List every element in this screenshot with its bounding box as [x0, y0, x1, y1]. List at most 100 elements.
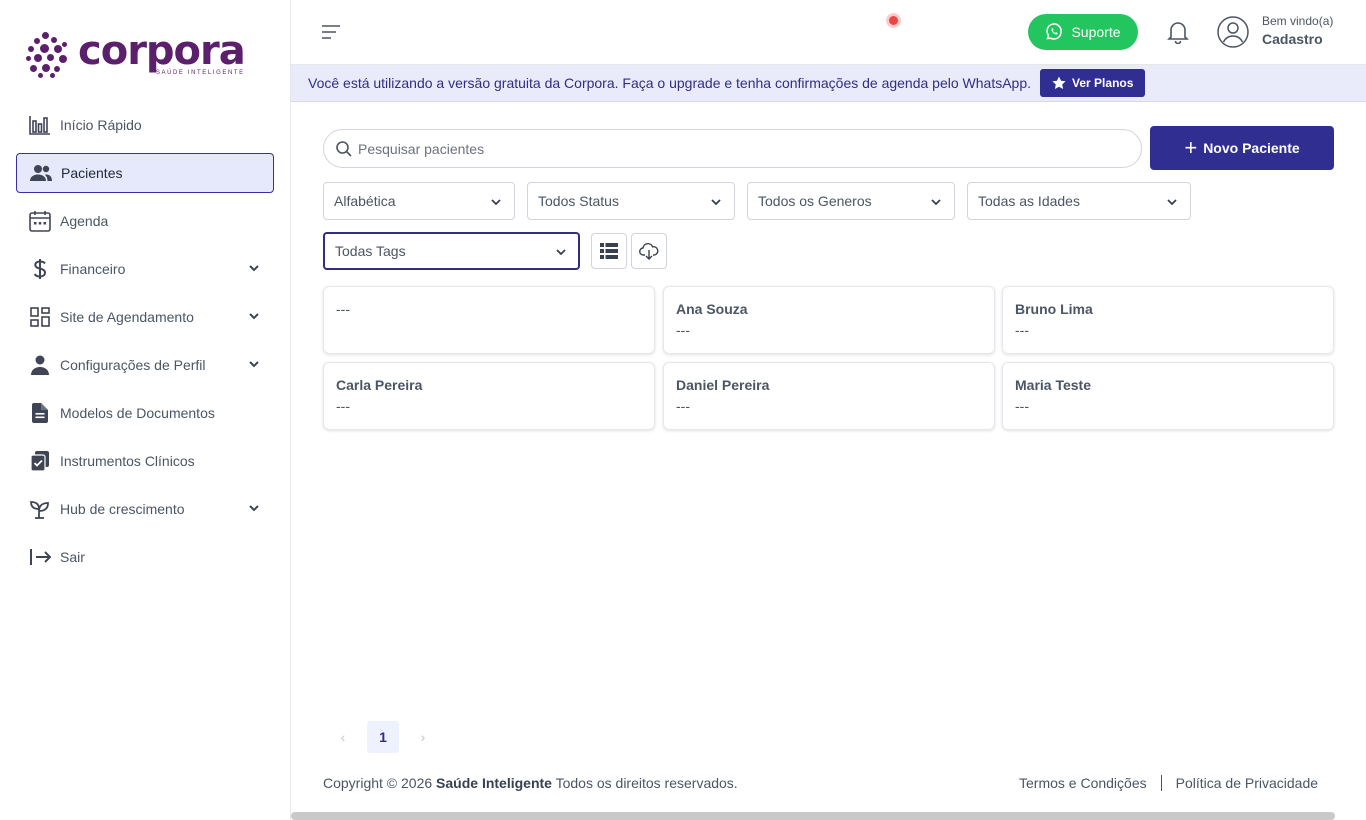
logout-icon [28, 545, 52, 569]
patient-card[interactable]: Carla Pereira --- [323, 362, 655, 430]
sidebar: corpora SAÚDE INTELIGENTE Início Rápido … [0, 0, 291, 820]
new-patient-button[interactable]: + Novo Paciente [1150, 126, 1334, 170]
sidebar-item-hub-de-crescimento[interactable]: Hub de crescimento [16, 489, 274, 529]
search-icon [336, 140, 352, 157]
patient-card[interactable]: Ana Souza --- [663, 286, 995, 354]
patient-card-info: --- [1015, 322, 1029, 338]
tags-select-value: Todas Tags [335, 243, 406, 259]
notification-bell-icon[interactable] [1167, 20, 1189, 44]
chevron-down-icon [249, 361, 259, 368]
gender-select[interactable]: Todos os Generos [747, 182, 955, 220]
sidebar-item-agenda[interactable]: Agenda [16, 201, 274, 241]
support-button[interactable]: Suporte [1028, 14, 1138, 50]
cloud-download-icon [639, 242, 659, 260]
status-select-value: Todos Status [538, 193, 619, 209]
menu-toggle-icon[interactable] [321, 22, 341, 42]
sidebar-item-label: Agenda [60, 213, 109, 229]
sidebar-item-sair[interactable]: Sair [16, 537, 274, 577]
copyright-suffix: Todos os direitos reservados. [555, 775, 738, 791]
document-icon [28, 401, 52, 425]
patient-card-name: Bruno Lima [1015, 301, 1093, 317]
terms-link[interactable]: Termos e Condições [1019, 775, 1147, 791]
support-label: Suporte [1071, 24, 1121, 40]
sidebar-item-modelos-de-documentos[interactable]: Modelos de Documentos [16, 393, 274, 433]
users-icon [29, 161, 53, 185]
next-page-button[interactable]: › [407, 721, 439, 753]
user-welcome[interactable]: Bem vindo(a) Cadastro [1262, 14, 1333, 47]
pagination: ‹ 1 › [327, 721, 439, 753]
sidebar-item-label: Hub de crescimento [60, 501, 185, 517]
export-button[interactable] [631, 233, 667, 269]
chart-bar-icon [28, 113, 52, 137]
prev-page-button[interactable]: ‹ [327, 721, 359, 753]
patient-card[interactable]: --- [323, 286, 655, 354]
privacy-link[interactable]: Política de Privacidade [1176, 775, 1318, 791]
sidebar-item-instrumentos-clinicos[interactable]: Instrumentos Clínicos [16, 441, 274, 481]
patient-search [323, 129, 1142, 168]
plus-icon: + [1184, 135, 1198, 160]
sidebar-item-label: Pacientes [61, 165, 123, 181]
logo-mark-icon [26, 30, 70, 78]
top-header: Suporte Bem vindo(a) Cadastro [291, 0, 1366, 65]
patient-card-name: Ana Souza [676, 301, 748, 317]
chevron-down-icon [249, 505, 259, 512]
sidebar-item-label: Configurações de Perfil [60, 357, 206, 373]
patient-card[interactable]: Daniel Pereira --- [663, 362, 995, 430]
sidebar-item-site-de-agendamento[interactable]: Site de Agendamento [16, 297, 274, 337]
chevron-down-icon [931, 199, 941, 206]
copyright-company: Saúde Inteligente [436, 775, 552, 791]
dollar-icon [28, 257, 52, 281]
user-avatar-icon[interactable] [1217, 16, 1249, 48]
chevron-down-icon [711, 199, 721, 206]
corpora-logo[interactable]: corpora SAÚDE INTELIGENTE [26, 28, 256, 80]
see-plans-button[interactable]: Ver Planos [1040, 69, 1146, 97]
patient-card-info: --- [676, 398, 690, 414]
sidebar-item-label: Financeiro [60, 261, 126, 277]
patient-card-info: --- [1015, 398, 1029, 414]
chevron-down-icon [249, 313, 259, 320]
copyright: Copyright © 2026 Saúde Inteligente Todos… [323, 775, 738, 791]
sidebar-item-label: Sair [60, 549, 85, 565]
user-icon [28, 353, 52, 377]
patient-card[interactable]: Maria Teste --- [1002, 362, 1334, 430]
footer-links: Termos e Condições Política de Privacida… [1019, 775, 1318, 791]
list-view-button[interactable] [591, 233, 627, 269]
patient-card-info: --- [336, 301, 350, 317]
horizontal-scrollbar[interactable] [291, 812, 1335, 820]
sidebar-nav: Início Rápido Pacientes Agenda Financeir… [16, 105, 274, 585]
sidebar-item-inicio-rapido[interactable]: Início Rápido [16, 105, 274, 145]
logo-wordmark: corpora [78, 28, 246, 74]
sidebar-item-financeiro[interactable]: Financeiro [16, 249, 274, 289]
logo-tagline: SAÚDE INTELIGENTE [155, 70, 245, 76]
clipboard-check-icon [28, 449, 52, 473]
chevron-down-icon [556, 249, 566, 256]
status-select[interactable]: Todos Status [527, 182, 735, 220]
sort-select-value: Alfabética [334, 193, 396, 209]
whatsapp-icon [1046, 23, 1063, 40]
footer-divider [1160, 775, 1162, 791]
patient-card-info: --- [336, 398, 350, 414]
sort-select[interactable]: Alfabética [323, 182, 515, 220]
patient-card-name: Daniel Pereira [676, 377, 770, 393]
welcome-text: Bem vindo(a) [1262, 14, 1334, 28]
age-select[interactable]: Todas as Idades [967, 182, 1191, 220]
user-name: Cadastro [1262, 31, 1323, 47]
tags-select[interactable]: Todas Tags [323, 232, 580, 270]
sidebar-item-pacientes[interactable]: Pacientes [16, 153, 274, 193]
search-input[interactable] [358, 140, 1118, 157]
upgrade-banner-text: Você está utilizando a versão gratuita d… [308, 75, 1032, 91]
gender-select-value: Todos os Generos [758, 193, 872, 209]
star-icon [1052, 76, 1066, 89]
page-number-button[interactable]: 1 [367, 721, 399, 753]
sidebar-item-label: Modelos de Documentos [60, 405, 215, 421]
copyright-prefix: Copyright © 2026 [323, 775, 433, 791]
chevron-down-icon [491, 199, 501, 206]
sidebar-item-label: Instrumentos Clínicos [60, 453, 195, 469]
chevron-down-icon [1167, 199, 1177, 206]
sidebar-item-configuracoes-de-perfil[interactable]: Configurações de Perfil [16, 345, 274, 385]
age-select-value: Todas as Idades [978, 193, 1080, 209]
see-plans-label: Ver Planos [1072, 76, 1134, 90]
patient-card-name: Maria Teste [1015, 377, 1091, 393]
patient-card[interactable]: Bruno Lima --- [1002, 286, 1334, 354]
sidebar-item-label: Início Rápido [60, 117, 142, 133]
